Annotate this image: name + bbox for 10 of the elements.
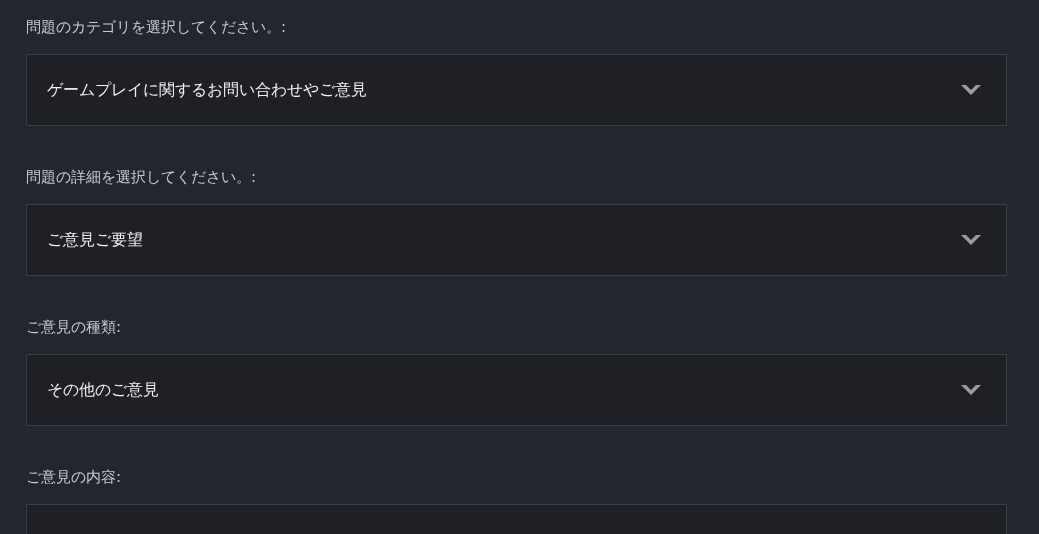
field-label: 問題の詳細を選択してください。: [26,167,258,188]
dropdown[interactable]: その他のご意見 [26,354,1007,426]
field-label: ご意見の種類: [26,317,123,338]
dropdown[interactable]: ご意見ご要望 [26,204,1007,276]
dropdown[interactable]: ゲームプレイに関するお問い合わせやご意見 [26,54,1007,126]
field-label: 問題のカテゴリを選択してください。: [26,17,288,38]
field-label: ご意見の内容: [26,467,123,488]
chevron-down-icon [960,233,982,247]
chevron-down-icon [960,383,982,397]
chevron-down-icon [960,83,982,97]
